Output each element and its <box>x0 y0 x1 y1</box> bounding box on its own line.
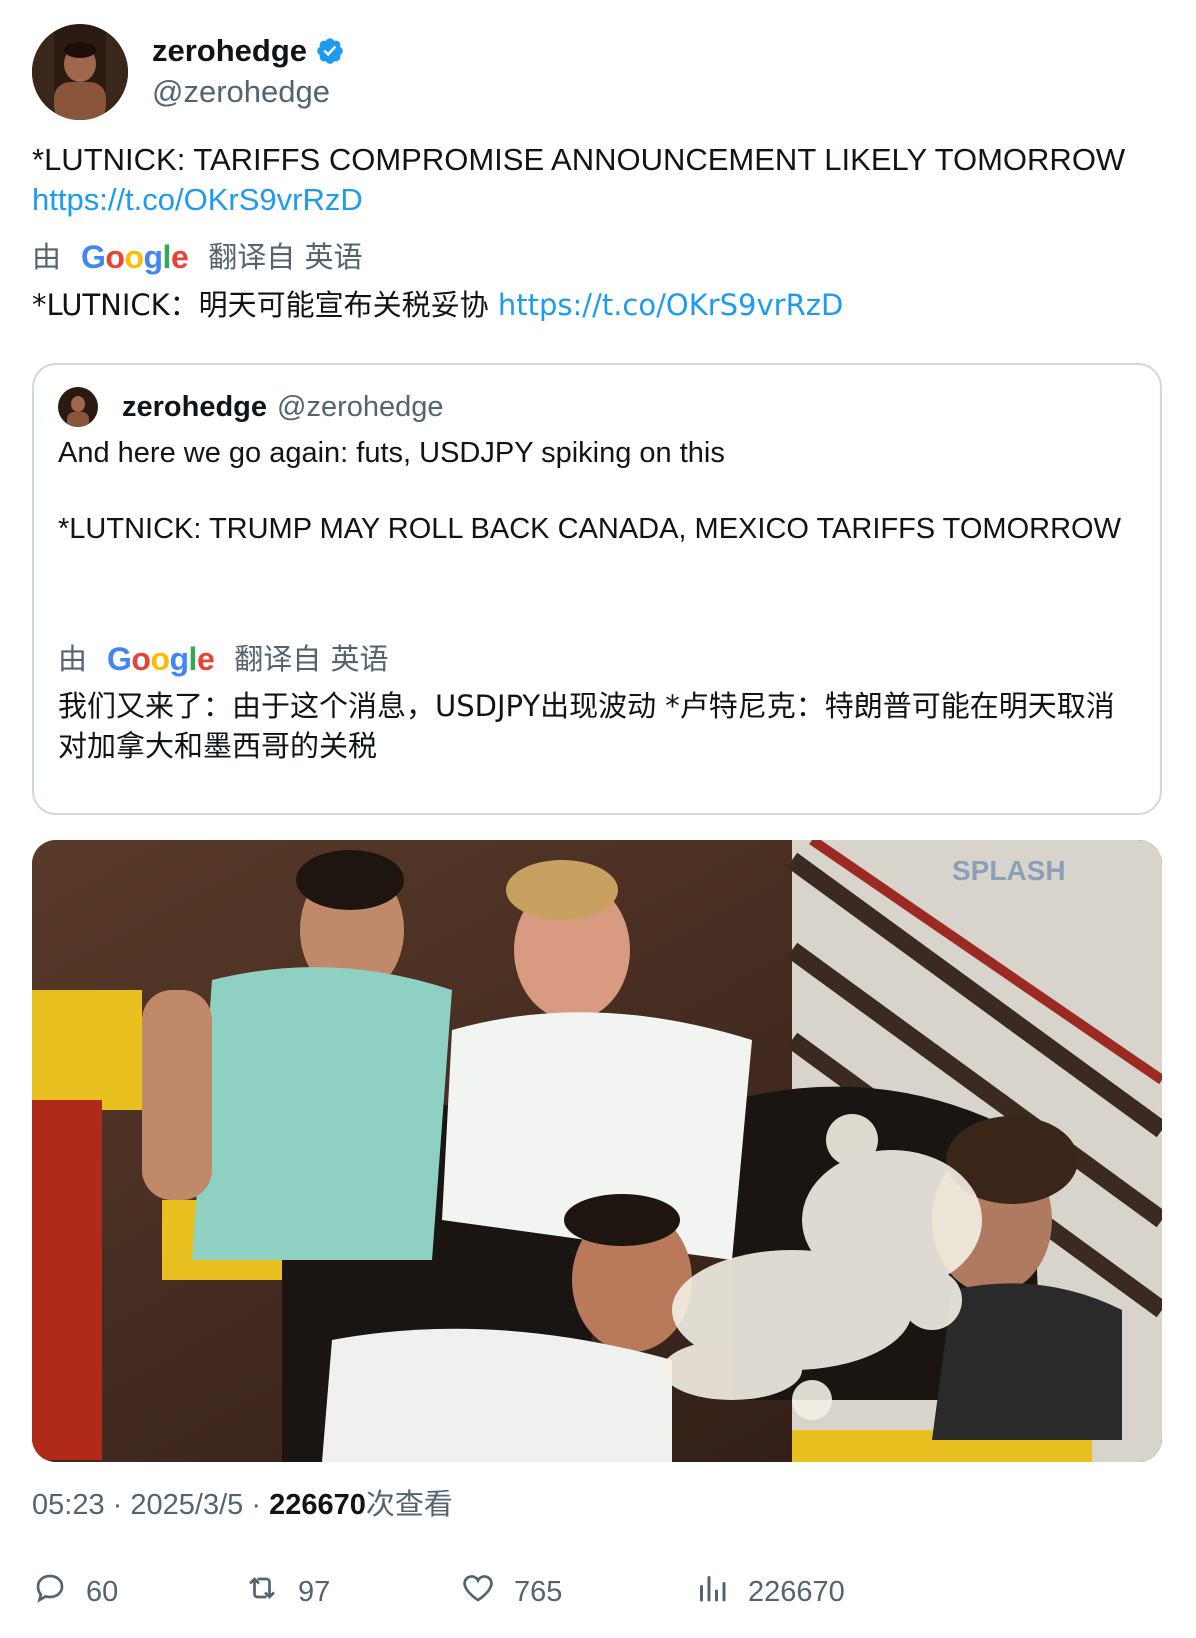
translated-body: *LUTNICK：明天可能宣布关税妥协 <box>32 288 489 322</box>
views-count: 226670 <box>748 1575 845 1608</box>
author-handle[interactable]: @zerohedge <box>152 72 345 112</box>
quoted-translation-source: 翻译自 英语 <box>234 642 389 676</box>
quoted-translation-attribution: 由 Google 翻译自 英语 <box>58 639 388 679</box>
quoted-translated-text: 我们又来了：由于这个消息，USDJPY出现波动 *卢特尼克：特朗普可能在明天取消… <box>58 689 1115 763</box>
retweet-button[interactable]: 97 <box>244 1570 330 1614</box>
reply-count: 60 <box>86 1575 119 1608</box>
photo-watermark: SPLASH <box>952 855 1066 886</box>
meta-separator: · <box>112 1489 123 1521</box>
meta-separator: · <box>251 1489 261 1521</box>
views-icon <box>694 1570 748 1614</box>
author-name[interactable]: zerohedge <box>152 32 307 70</box>
tweet-date[interactable]: 2025/3/5 <box>130 1489 243 1521</box>
quoted-translation-by: 由 <box>58 642 88 676</box>
quoted-line-2: *LUTNICK: TRUMP MAY ROLL BACK CANADA, ME… <box>58 513 1121 545</box>
translated-text: *LUTNICK：明天可能宣布关税妥协 https://t.co/OKrS9vr… <box>32 283 1172 327</box>
tweet-meta: 05:23 · 2025/3/5 · 226670次查看 <box>32 1484 453 1525</box>
action-bar: 60 97 765 226670 <box>32 1570 1162 1614</box>
like-icon <box>460 1570 514 1614</box>
reply-button[interactable]: 60 <box>32 1570 118 1614</box>
quoted-author-name: zerohedge <box>122 390 268 423</box>
translation-attribution: 由 Google 翻译自 英语 <box>32 237 362 277</box>
like-count: 765 <box>514 1575 563 1608</box>
tweet-link[interactable]: https://t.co/OKrS9vrRzD <box>32 180 1172 220</box>
tweet-time[interactable]: 05:23 <box>32 1489 105 1521</box>
quoted-line-1: And here we go again: futs, USDJPY spiki… <box>58 437 725 469</box>
retweet-icon <box>244 1570 298 1614</box>
avatar[interactable] <box>32 24 128 120</box>
translation-source[interactable]: 翻译自 英语 <box>208 237 362 277</box>
google-logo-icon: Google <box>107 641 215 677</box>
verified-badge-icon <box>315 36 345 66</box>
roller-coaster-photo: SPLASH <box>32 840 1162 1462</box>
quoted-tweet-text: And here we go again: futs, USDJPY spiki… <box>58 433 1138 549</box>
retweet-count: 97 <box>298 1575 331 1608</box>
tweet-body: *LUTNICK: TARIFFS COMPROMISE ANNOUNCEMEN… <box>32 142 1126 177</box>
view-count: 226670 <box>269 1489 366 1521</box>
translated-link[interactable]: https://t.co/OKrS9vrRzD <box>498 288 843 322</box>
quoted-tweet-header: zerohedge @zerohedge <box>58 387 444 427</box>
tweet-photo[interactable]: SPLASH <box>32 840 1162 1462</box>
quoted-avatar <box>58 387 98 427</box>
like-button[interactable]: 765 <box>460 1570 562 1614</box>
google-logo-icon: Google <box>81 239 189 275</box>
quoted-tweet[interactable]: zerohedge @zerohedge And here we go agai… <box>32 363 1162 815</box>
quoted-author-handle: @zerohedge <box>277 390 444 423</box>
translation-by: 由 <box>32 240 62 274</box>
tweet-header: zerohedge @zerohedge <box>32 24 345 120</box>
view-label: 次查看 <box>365 1487 453 1521</box>
reply-icon <box>32 1570 86 1614</box>
tweet-text: *LUTNICK: TARIFFS COMPROMISE ANNOUNCEMEN… <box>32 140 1172 220</box>
views-button[interactable]: 226670 <box>694 1570 845 1614</box>
